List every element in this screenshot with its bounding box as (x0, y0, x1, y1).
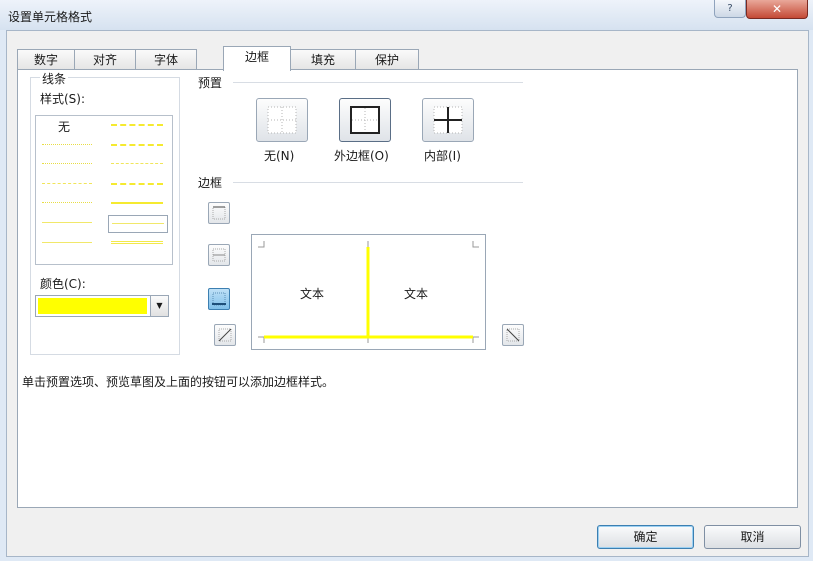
preset-none-button[interactable] (256, 98, 308, 142)
preset-outline-label: 外边框(O) (334, 149, 389, 163)
title-bar: 设置单元格格式 ? ✕ (0, 0, 813, 30)
line-style-option[interactable] (42, 222, 92, 223)
cancel-button[interactable]: 取消 (704, 525, 801, 549)
tab-fill[interactable]: 填充 (290, 49, 356, 70)
preview-canvas (258, 241, 479, 343)
tab-number[interactable]: 数字 (17, 49, 75, 70)
line-style-none[interactable]: 无 (58, 118, 70, 135)
help-button[interactable]: ? (714, 0, 746, 18)
line-style-option[interactable] (111, 183, 163, 185)
chevron-down-icon[interactable]: ▼ (150, 296, 168, 316)
presets-label: 预置 (198, 76, 223, 90)
line-style-option[interactable] (42, 242, 92, 243)
border-section-label: 边框 (198, 176, 223, 190)
line-style-selected-sample (112, 223, 164, 224)
border-bottom-icon (212, 292, 226, 306)
line-style-option[interactable] (42, 144, 92, 145)
tab-font[interactable]: 字体 (135, 49, 197, 70)
line-style-option[interactable] (111, 124, 163, 126)
line-group-label: 线条 (40, 70, 69, 87)
preview-text-right: 文本 (404, 287, 429, 301)
border-bottom-button[interactable] (208, 288, 230, 310)
diagonal-down-icon (506, 328, 520, 342)
preset-inside-button[interactable] (422, 98, 474, 142)
line-style-option[interactable] (111, 202, 163, 204)
tab-border[interactable]: 边框 (223, 46, 291, 71)
tab-protection[interactable]: 保护 (355, 49, 419, 70)
preset-none-label: 无(N) (264, 149, 295, 163)
line-style-option[interactable] (42, 202, 92, 203)
preset-inside-icon (433, 106, 463, 134)
line-style-option[interactable] (111, 241, 163, 244)
presets-separator (233, 82, 523, 83)
line-style-selected[interactable] (108, 215, 168, 233)
diagonal-up-icon (218, 328, 232, 342)
color-label: 颜色(C): (40, 277, 86, 291)
border-diagonal-down-button[interactable] (502, 324, 524, 346)
border-top-button[interactable] (208, 202, 230, 224)
style-label: 样式(S): (40, 92, 86, 106)
line-style-list[interactable]: 无 (35, 115, 173, 265)
ok-button[interactable]: 确定 (597, 525, 694, 549)
border-top-icon (212, 206, 226, 220)
line-style-option[interactable] (111, 163, 163, 164)
hint-text: 单击预置选项、预览草图及上面的按钮可以添加边框样式。 (22, 375, 335, 389)
border-diagonal-up-button[interactable] (214, 324, 236, 346)
border-preview[interactable]: 文本 文本 (251, 234, 486, 350)
preset-none-icon (267, 106, 297, 134)
preset-outline-icon (350, 106, 380, 134)
border-inside-horizontal-icon (212, 248, 226, 262)
tab-alignment[interactable]: 对齐 (74, 49, 136, 70)
border-middle-horizontal-button[interactable] (208, 244, 230, 266)
preview-text-left: 文本 (300, 287, 325, 301)
window-title: 设置单元格格式 (8, 10, 93, 24)
line-style-option[interactable] (42, 183, 92, 184)
border-tab-panel: 线条 样式(S): 无 颜色(C): ▼ 预置 无(N) 外边框(O) 内部(I… (17, 69, 798, 508)
line-style-option[interactable] (111, 144, 163, 146)
preset-outline-button[interactable] (339, 98, 391, 142)
close-button[interactable]: ✕ (746, 0, 808, 19)
color-swatch (38, 298, 147, 314)
line-style-option[interactable] (42, 163, 92, 164)
preset-inside-label: 内部(I) (424, 149, 461, 163)
color-dropdown[interactable]: ▼ (35, 295, 169, 317)
dialog-body: 数字 对齐 字体 边框 填充 保护 线条 样式(S): 无 颜色(C): ▼ 预… (6, 30, 809, 557)
border-separator (233, 182, 523, 183)
